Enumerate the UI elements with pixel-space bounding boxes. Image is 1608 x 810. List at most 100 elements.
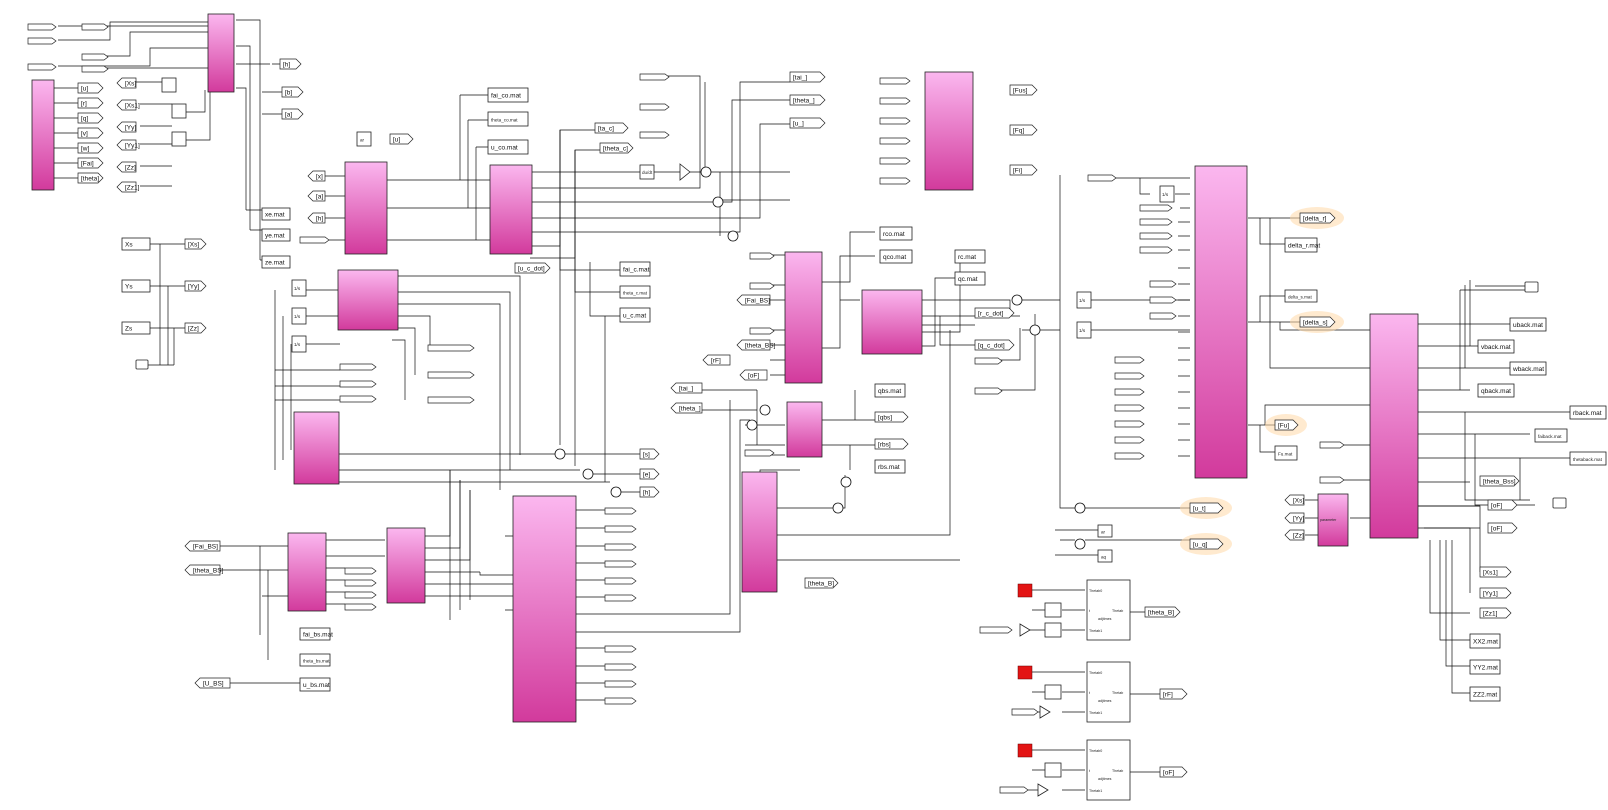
scope-1[interactable] (135, 359, 149, 370)
svg-text:Thetab1: Thetab1 (1089, 711, 1102, 715)
subsystem-dynamics[interactable] (1194, 165, 1248, 479)
scope-2[interactable] (1524, 281, 1539, 293)
step-block-3 (1044, 762, 1062, 778)
goto-fu-label: [Fu] (1278, 422, 1289, 429)
goto-yy1-label: [Yy1] (1483, 590, 1498, 597)
mat-rback-label: rback.mat (1573, 410, 1602, 417)
subsystem-coordinate[interactable] (344, 161, 388, 255)
gain-b3 (1037, 783, 1049, 797)
gain-b2 (1039, 705, 1051, 719)
parameter-label: parameter (1320, 518, 1337, 522)
goto-ta-c-label: [ta_c] (598, 125, 614, 132)
svg-text:1/s: 1/s (294, 314, 301, 319)
red-constant-2[interactable] (1017, 665, 1033, 680)
from-xyz-4-label: [Zz] (125, 164, 136, 171)
subsystem-frame-transform[interactable] (207, 13, 235, 93)
subsystem-theta-b[interactable] (741, 471, 778, 593)
saturation-block-1 (1044, 622, 1062, 638)
sum-10 (746, 419, 758, 431)
goto-left-3-label: [v] (81, 130, 88, 137)
red-constant-1[interactable] (1017, 583, 1033, 598)
subsystem-filter[interactable] (293, 411, 340, 485)
svg-text:Thetab1: Thetab1 (1089, 629, 1102, 633)
svg-text:Thetab0: Thetab0 (1089, 589, 1102, 593)
mat-faiback-label: faiback.mat (1538, 434, 1562, 439)
sum-2 (712, 196, 724, 208)
goto-u-q-label: [u_q] (1193, 541, 1208, 548)
red-constant-3[interactable] (1017, 743, 1033, 758)
goto-of-r2-label: [oF] (1491, 525, 1502, 532)
goto-e-label: [e] (643, 471, 650, 478)
goto-delta-r-label: [delta_r] (1303, 215, 1327, 222)
small-ar-label: ar (360, 137, 365, 142)
from-tai-label: [tai_] (679, 385, 693, 392)
subsystem-vehicle[interactable] (1369, 313, 1419, 539)
mat-fai-co-label: fai_co.mat (491, 92, 521, 99)
svg-text:Thetab: Thetab (1112, 609, 1123, 613)
from-rf-label: [rF] (711, 357, 721, 364)
mat-fu-label: Fu.mat (1278, 451, 1293, 456)
from-xyz-0-label: [Xs] (125, 80, 136, 87)
gain-block (679, 163, 691, 181)
gain-b1 (1019, 623, 1031, 637)
goto-left-5-label: [Fai] (81, 160, 94, 167)
from-xyz-2-label: [Yy] (125, 124, 136, 131)
from-a-label: [a] (316, 193, 323, 200)
svg-text:t: t (1089, 769, 1090, 773)
goto-rbs-label: [rbs] (878, 441, 891, 448)
const-xs-label: Xs (125, 241, 133, 248)
mat-zz2-label: ZZ2.mat (1473, 691, 1497, 698)
subsystem-rq-controller[interactable] (784, 251, 823, 384)
magenta-blocks (31, 13, 1419, 723)
goto-zz1-label: [Zz1] (1483, 610, 1498, 617)
sum-1 (700, 166, 712, 178)
mat-wback-label: wback.mat (1512, 366, 1544, 373)
subsystem-bs-input[interactable] (287, 532, 327, 612)
subsystem-guidance[interactable] (489, 164, 533, 255)
svg-text:1/s: 1/s (1162, 192, 1169, 197)
port-labels: parameter (1320, 518, 1337, 522)
subsystem-bs-rate[interactable] (786, 401, 823, 458)
from-fai-bs-l-label: [Fai_BS] (193, 543, 218, 550)
small-ar-r-label: ar (1101, 529, 1106, 534)
goto-theta-bss-label: [theta_Bss] (1483, 478, 1516, 485)
mat-delta-r-label: delta_r.mat (1288, 242, 1320, 249)
goto-h2-label: [h] (643, 489, 650, 496)
sum-y (171, 103, 187, 119)
svg-text:1/s: 1/s (1079, 298, 1086, 303)
svg-text:1/s: 1/s (294, 286, 301, 291)
subsystem-backstepping[interactable] (512, 495, 577, 723)
goto-left-1-label: [r] (81, 100, 87, 107)
subsystem-kinematics[interactable] (337, 269, 399, 331)
from-u-bs-label: [U_BS] (203, 680, 224, 687)
goto-fi-label: [Fi] (1013, 167, 1022, 174)
svg-text:Thetab: Thetab (1112, 691, 1123, 695)
simulink-diagram: parameter du/dt 1/s 1/s 1/s 1/s 1/s 1/s … (27, 13, 1607, 801)
from-theta-bs-l-label: [theta_BS] (193, 567, 224, 574)
goto-theta-b-bot-label: [theta_B] (1148, 609, 1174, 616)
sum-9 (759, 404, 771, 416)
sum-6 (610, 486, 622, 498)
sum-7 (1011, 294, 1023, 306)
goto-u--label: [u_] (793, 120, 804, 127)
const-zs-label: Zs (125, 325, 133, 332)
goto-u-c-dot-label: [u_c_dot] (518, 265, 545, 272)
subsystem-state-out[interactable] (31, 79, 55, 191)
mat-ye-label: ye.mat (265, 232, 285, 239)
goto-theta-c-label: [theta_c] (603, 145, 628, 152)
goto-xs-label: [Xs] (188, 241, 199, 248)
subsystem-bs-mid[interactable] (386, 527, 426, 604)
sum-3 (727, 230, 739, 242)
from-zz-r-label: [Zz] (1293, 532, 1304, 539)
subsystem-rq-filter[interactable] (861, 289, 923, 355)
scope-3[interactable] (1552, 497, 1567, 509)
svg-text:1/s: 1/s (1079, 328, 1086, 333)
mat-uback-label: uback.mat (1513, 322, 1543, 329)
svg-text:Thetab0: Thetab0 (1089, 749, 1102, 753)
svg-text:adjtimes: adjtimes (1098, 699, 1112, 703)
subsystem-force[interactable] (924, 71, 974, 191)
goto-b-label: [b] (285, 89, 292, 96)
from-xs-r-label: [Xs] (1293, 497, 1304, 504)
svg-text:Thetab1: Thetab1 (1089, 789, 1102, 793)
goto-left-6-label: [theta] (81, 175, 99, 182)
